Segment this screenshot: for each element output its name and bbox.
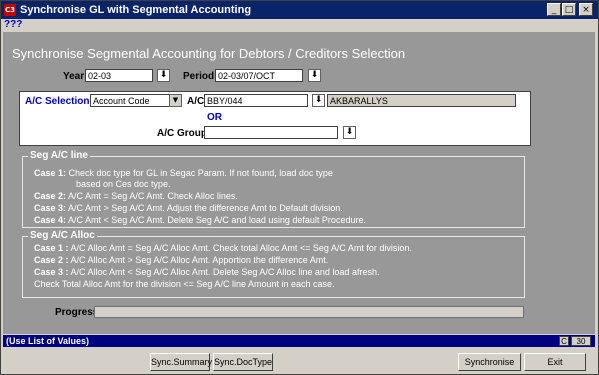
- ac-selection-select[interactable]: Account Code: [90, 94, 170, 107]
- progress-bar: [94, 306, 524, 318]
- period-label: Period: [183, 71, 215, 82]
- period-lov-button[interactable]: ⬇: [308, 69, 321, 82]
- window-title: Synchronise GL with Segmental Accounting: [20, 4, 252, 16]
- maximize-button[interactable]: □: [562, 3, 576, 16]
- or-label: OR: [207, 112, 222, 123]
- sync-doctype-button[interactable]: Sync.DocType: [213, 353, 273, 371]
- form-heading: Synchronise Segmental Accounting for Deb…: [12, 46, 406, 61]
- sync-summary-button[interactable]: Sync.Summary: [150, 353, 212, 371]
- seg-ac-line-case: based on Ces doc type.: [76, 179, 171, 189]
- seg-ac-line-case: Case 2: A/C Amt = Seg A/C Amt. Check All…: [34, 191, 238, 201]
- seg-ac-alloc-case: Check Total Alloc Amt for the division <…: [34, 279, 335, 289]
- year-label: Year: [63, 71, 85, 82]
- status-hint: (Use List of Values): [6, 336, 90, 346]
- ac-group-lov-button[interactable]: ⬇: [343, 126, 356, 139]
- main-window: C3 Synchronise GL with Segmental Account…: [0, 0, 599, 375]
- seg-ac-line-title: Seg A/C line: [28, 150, 90, 161]
- status-mode: C: [559, 336, 569, 346]
- status-number: 30: [571, 336, 591, 346]
- seg-ac-alloc-case: Case 2 : A/C Alloc Amt > Seg A/C Alloc A…: [34, 255, 329, 265]
- minimize-button[interactable]: _: [547, 3, 561, 16]
- seg-ac-line-case: Case 4: A/C Amt < Seg A/C Amt. Delete Se…: [34, 215, 366, 225]
- seg-ac-line-case: Case 1: Check doc type for GL in Segac P…: [34, 168, 333, 178]
- help-menu[interactable]: ???: [4, 19, 22, 30]
- ac-name-field: AKBARALLYS: [327, 94, 516, 107]
- seg-ac-line-case: Case 3: A/C Amt > Seg A/C Amt. Adjust th…: [34, 203, 343, 213]
- ac-group-field[interactable]: [204, 126, 338, 139]
- seg-ac-alloc-case: Case 3 : A/C Alloc Amt < Seg A/C Alloc A…: [34, 267, 380, 277]
- period-field[interactable]: 02-03/07/OCT: [215, 69, 303, 82]
- close-button[interactable]: ×: [579, 3, 593, 16]
- seg-ac-alloc-case: Case 1 : A/C Alloc Amt = Seg A/C Alloc A…: [34, 243, 412, 253]
- app-icon: C3: [4, 4, 16, 16]
- chevron-down-icon[interactable]: ▼: [169, 94, 182, 107]
- ac-group-label: A/C Group: [157, 128, 207, 139]
- ac-lov-button[interactable]: ⬇: [312, 94, 325, 107]
- status-bar: (Use List of Values) C 30: [3, 335, 595, 347]
- ac-code-field[interactable]: BBY/044: [204, 94, 308, 107]
- ac-label: A/C: [187, 96, 205, 107]
- synchronise-button[interactable]: Synchronise: [458, 353, 521, 371]
- progress-label: Progress: [55, 307, 99, 318]
- ac-selection-label: A/C Selection: [25, 96, 90, 107]
- title-bar: C3 Synchronise GL with Segmental Account…: [1, 1, 598, 19]
- year-field[interactable]: 02-03: [85, 69, 153, 82]
- year-lov-button[interactable]: ⬇: [157, 69, 170, 82]
- seg-ac-alloc-title: Seg A/C Alloc: [28, 230, 97, 241]
- exit-button[interactable]: Exit: [524, 353, 586, 371]
